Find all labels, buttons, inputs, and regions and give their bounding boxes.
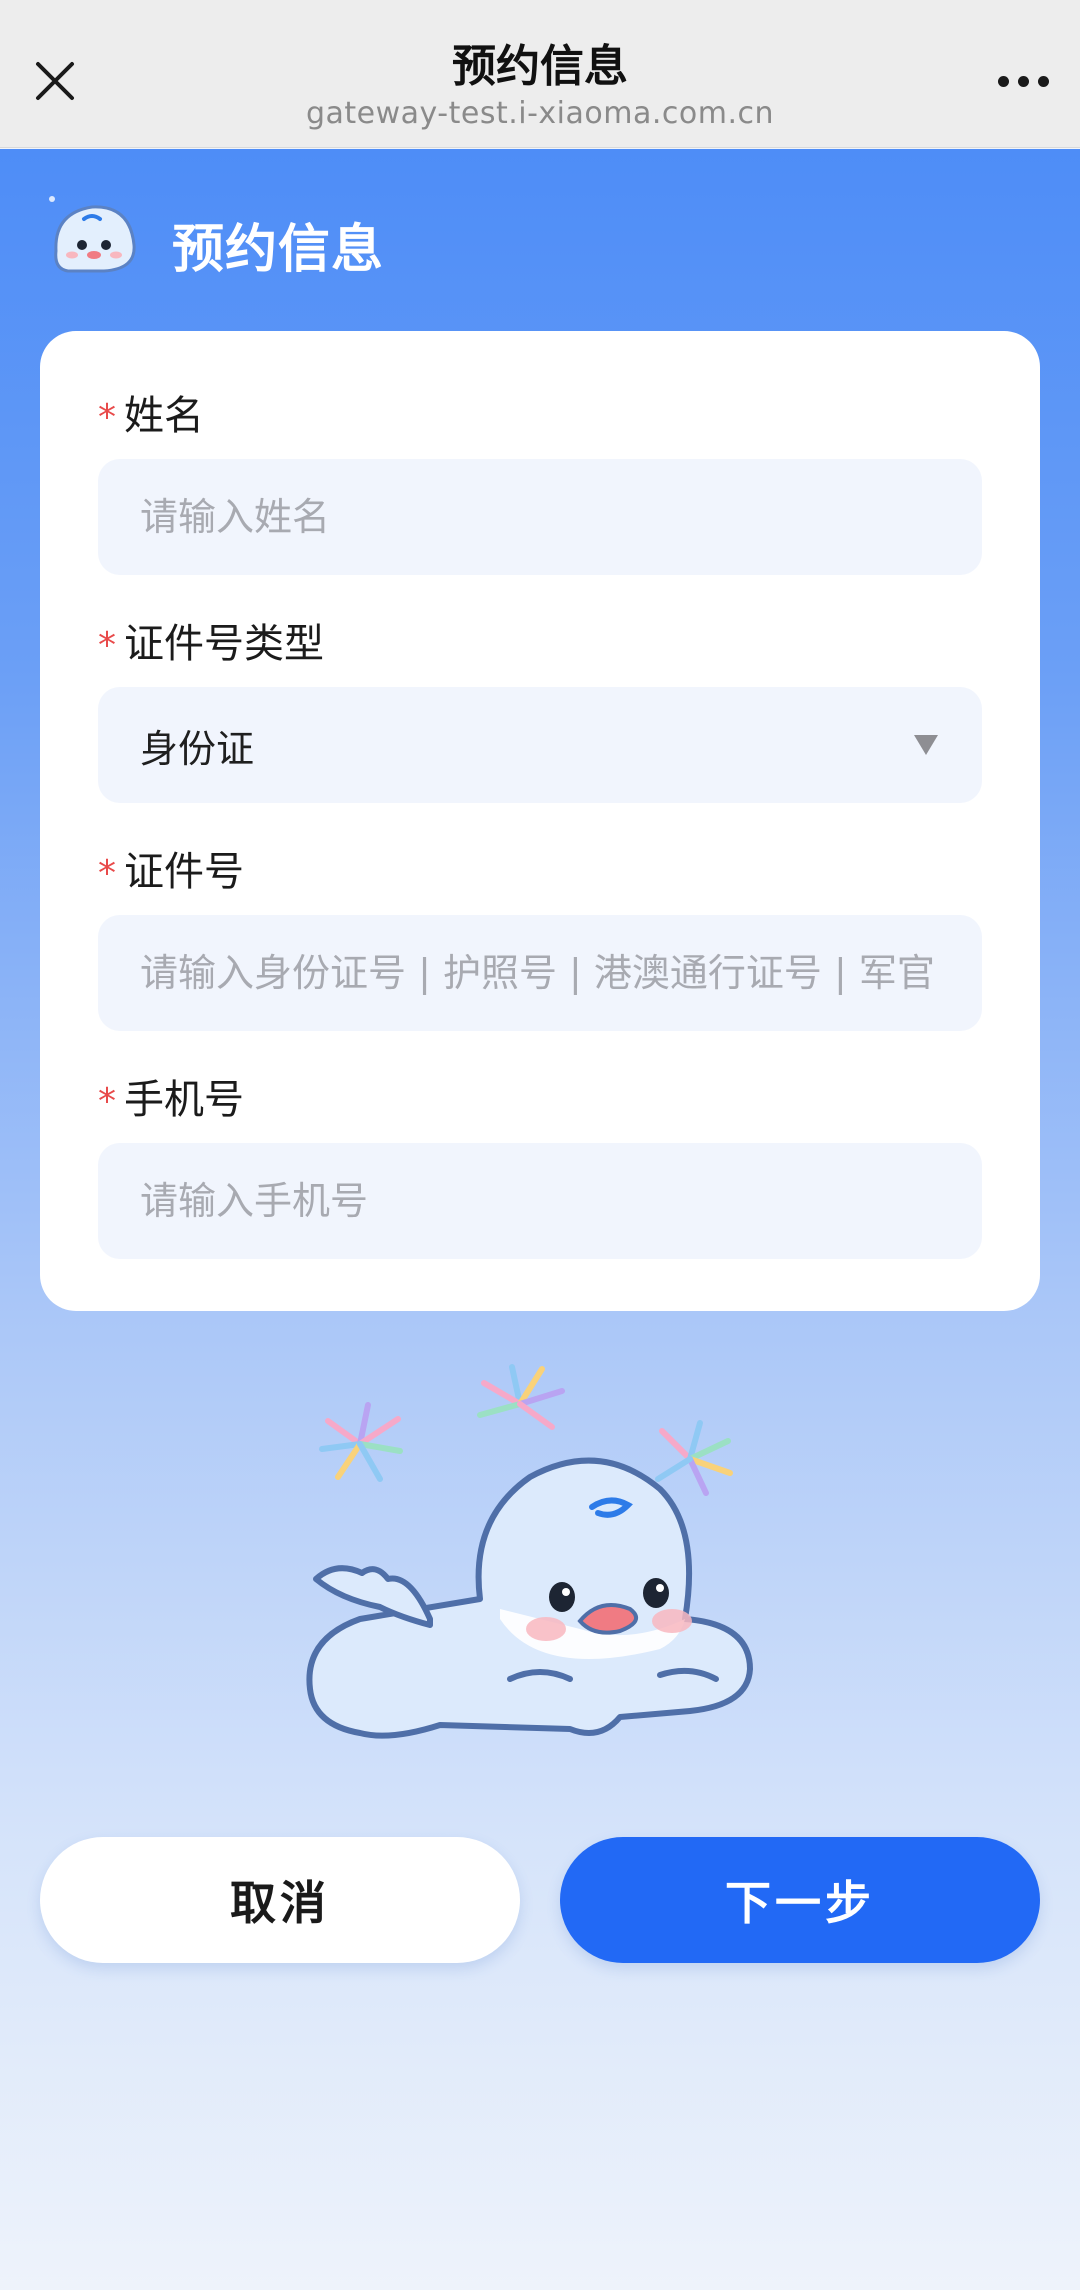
page-body: 预约信息 *姓名 *证件号类型 身份证 *证件号 *手机号 (0, 149, 1080, 2290)
id-type-label-text: 证件号类型 (124, 621, 324, 667)
whale-mascot-icon (49, 196, 136, 273)
id-type-select[interactable]: 身份证 (98, 687, 982, 803)
fireworks-right (655, 1420, 733, 1496)
dropdown-caret-icon (914, 735, 938, 755)
browser-bar: 预约信息 gateway-test.i-xiaoma.com.cn (0, 0, 1080, 148)
name-input[interactable] (140, 495, 942, 539)
id-type-label: * 证件号类型 (98, 611, 324, 669)
cancel-button[interactable]: 取消 (40, 1837, 520, 1963)
required-mark: * (98, 853, 116, 894)
name-field[interactable] (98, 459, 982, 575)
more-icon[interactable] (988, 56, 1058, 106)
page-title: 预约信息 (172, 220, 385, 280)
appointment-form-card: *姓名 *证件号类型 身份证 *证件号 *手机号 (40, 331, 1040, 1311)
id-type-value: 身份证 (140, 726, 255, 771)
phone-field[interactable] (98, 1143, 982, 1259)
phone-label-text: 手机号 (124, 1077, 244, 1123)
phone-input[interactable] (140, 1179, 942, 1223)
id-number-label-text: 证件号 (124, 849, 244, 895)
required-mark: * (98, 397, 116, 438)
browser-url: gateway-test.i-xiaoma.com.cn (305, 96, 774, 131)
name-label-text: 姓名 (124, 393, 204, 439)
fireworks-left (319, 1402, 403, 1482)
id-number-input[interactable] (140, 951, 942, 995)
browser-title: 预约信息 (452, 41, 628, 92)
id-number-field[interactable] (98, 915, 982, 1031)
next-step-button[interactable]: 下一步 (560, 1837, 1040, 1963)
required-mark: * (98, 625, 116, 666)
required-mark: * (98, 1081, 116, 1122)
whale-illustration (306, 1364, 753, 1739)
fireworks-center (477, 1364, 565, 1430)
id-number-label: * 证件号 (98, 839, 244, 897)
name-label: * 姓名 (98, 383, 204, 441)
phone-label: * 手机号 (98, 1067, 244, 1125)
